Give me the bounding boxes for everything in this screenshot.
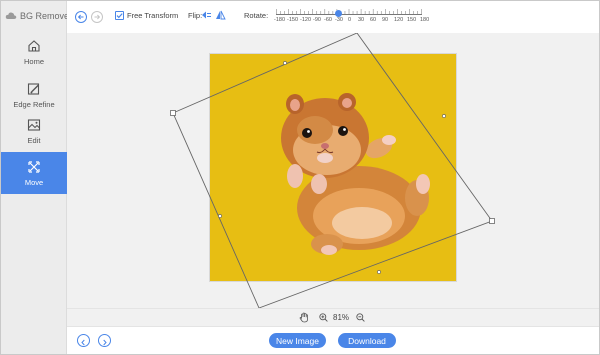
image-edit-icon — [27, 118, 41, 131]
sidebar-item-move[interactable]: Move — [1, 152, 67, 194]
free-transform-label: Free Transform — [127, 11, 179, 20]
rotate-scale-label: -150 — [287, 17, 299, 23]
flip-horizontal-icon[interactable] — [201, 10, 212, 20]
rotate-scale-label: -30 — [335, 17, 343, 23]
undo-button[interactable] — [75, 11, 87, 23]
rotate-scale-labels: -180 -150 -120 -90 -60 -30 0 30 60 90 12… — [274, 17, 434, 25]
toolbar: Free Transform Flip: Rotate: -180 -150 -… — [67, 1, 599, 33]
rotate-scale-label: -90 — [313, 17, 321, 23]
move-icon — [28, 160, 40, 173]
zoom-bar: 81% — [67, 308, 599, 326]
previous-button[interactable] — [77, 334, 90, 347]
cloud-logo-icon — [5, 12, 17, 19]
free-transform-checkbox[interactable] — [115, 11, 124, 20]
flip-vertical-icon[interactable] — [215, 10, 226, 20]
rotate-scale-label: 180 — [420, 17, 430, 23]
rotate-label: Rotate: — [244, 11, 269, 20]
download-button[interactable]: Download — [338, 333, 396, 348]
rotate-scale-label: -180 — [274, 17, 286, 23]
rotate-scale-label: 60 — [370, 17, 377, 23]
rotate-slider-handle[interactable] — [335, 10, 342, 17]
rotate-slider-ticks — [276, 9, 422, 14]
rotate-scale-label: -60 — [324, 17, 332, 23]
transform-bounding-box[interactable] — [67, 33, 599, 308]
home-icon — [28, 39, 40, 52]
rotate-slider-track[interactable] — [276, 14, 422, 15]
chevron-left-icon — [81, 339, 85, 346]
rotate-scale-label: 0 — [348, 17, 352, 23]
sidebar: BG Remover Home Edge Refine Edit Move — [1, 1, 72, 354]
rotate-scale-label: 150 — [407, 17, 417, 23]
sidebar-item-label: Edge Refine — [13, 99, 55, 109]
zoom-out-icon[interactable] — [356, 313, 365, 322]
checkmark-icon — [116, 13, 123, 19]
next-button[interactable] — [98, 334, 111, 347]
zoom-level: 81% — [333, 313, 350, 322]
edge-refine-icon — [27, 82, 40, 95]
redo-button[interactable] — [91, 11, 103, 23]
app-window: BG Remover Home Edge Refine Edit Move Fr… — [0, 0, 600, 355]
sidebar-item-label: Edit — [27, 135, 41, 145]
chevron-right-icon — [103, 339, 107, 346]
bottom-bar: New Image Download — [67, 326, 599, 354]
brand: BG Remover — [5, 9, 72, 23]
sidebar-item-home[interactable]: Home — [1, 31, 67, 73]
sidebar-item-label: Home — [23, 56, 44, 66]
app-title: BG Remover — [20, 11, 73, 21]
sidebar-item-label: Move — [24, 177, 44, 187]
new-image-button[interactable]: New Image — [269, 333, 326, 348]
rotate-scale-label: 90 — [382, 17, 389, 23]
arrow-left-icon — [77, 14, 84, 20]
rotate-scale-label: 120 — [394, 17, 404, 23]
hand-pan-icon[interactable] — [299, 312, 309, 323]
sidebar-item-edit[interactable]: Edit — [1, 110, 67, 152]
zoom-in-icon[interactable] — [319, 313, 328, 322]
rotate-scale-label: 30 — [358, 17, 365, 23]
canvas-area[interactable] — [67, 33, 599, 308]
arrow-right-icon — [94, 14, 101, 20]
rotate-scale-label: -120 — [300, 17, 312, 23]
